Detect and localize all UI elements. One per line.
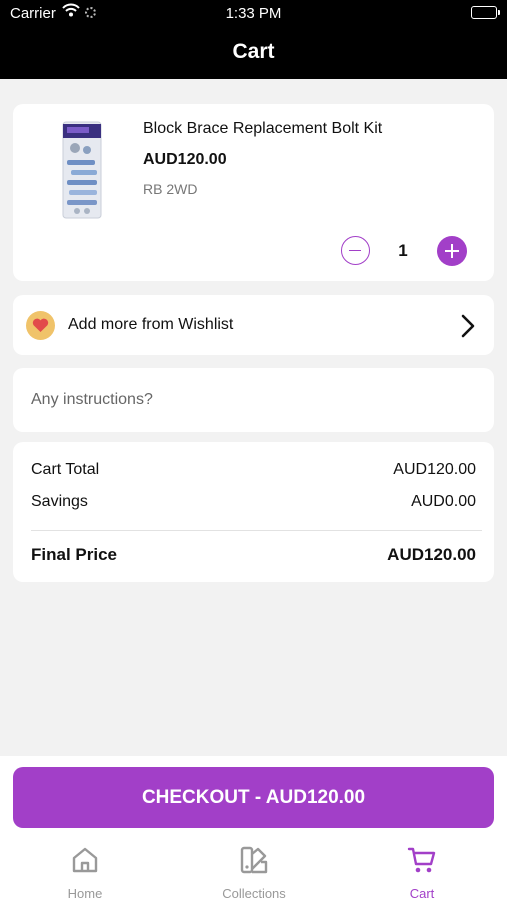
tab-collections-label: Collections (222, 886, 286, 900)
cart-icon (362, 845, 482, 880)
instructions-card (13, 368, 494, 432)
product-name[interactable]: Block Brace Replacement Bolt Kit (143, 120, 382, 138)
collections-icon (194, 845, 314, 880)
decrease-quantity-button[interactable] (341, 236, 370, 265)
nav-bar: Cart (0, 28, 507, 79)
tab-cart[interactable]: Cart (362, 845, 482, 900)
quantity-value: 1 (398, 241, 408, 260)
wishlist-link[interactable]: Add more from Wishlist (13, 295, 494, 355)
product-thumbnail[interactable] (53, 120, 113, 222)
page-title: Cart (232, 40, 275, 63)
tab-home[interactable]: Home (25, 845, 145, 900)
product-price: AUD120.00 (143, 151, 227, 168)
product-variant: RB 2WD (143, 181, 198, 197)
checkout-button[interactable]: CHECKOUT - AUD120.00 (13, 767, 494, 828)
increase-quantity-button[interactable] (437, 236, 467, 266)
final-price-value: AUD120.00 (387, 545, 476, 564)
tab-home-label: Home (67, 886, 103, 900)
final-price-label: Final Price (31, 545, 117, 564)
status-bar: Carrier 1:33 PM (0, 0, 507, 28)
heart-icon (26, 311, 55, 340)
chevron-right-icon (461, 314, 475, 343)
tab-collections[interactable]: Collections (194, 845, 314, 900)
instructions-input[interactable] (13, 368, 494, 432)
cart-item-card: Block Brace Replacement Bolt Kit AUD120.… (13, 104, 494, 281)
order-summary: Cart Total AUD120.00 Savings AUD0.00 Fin… (13, 442, 494, 582)
savings-value: AUD0.00 (411, 493, 476, 510)
home-icon (25, 845, 145, 880)
summary-divider (31, 530, 482, 531)
tab-cart-label: Cart (409, 886, 435, 900)
cart-total-value: AUD120.00 (393, 461, 476, 478)
cart-total-label: Cart Total (31, 461, 100, 478)
clock: 1:33 PM (225, 5, 282, 22)
wishlist-label: Add more from Wishlist (68, 316, 234, 333)
savings-label: Savings (31, 493, 88, 510)
battery-icon (471, 6, 500, 19)
